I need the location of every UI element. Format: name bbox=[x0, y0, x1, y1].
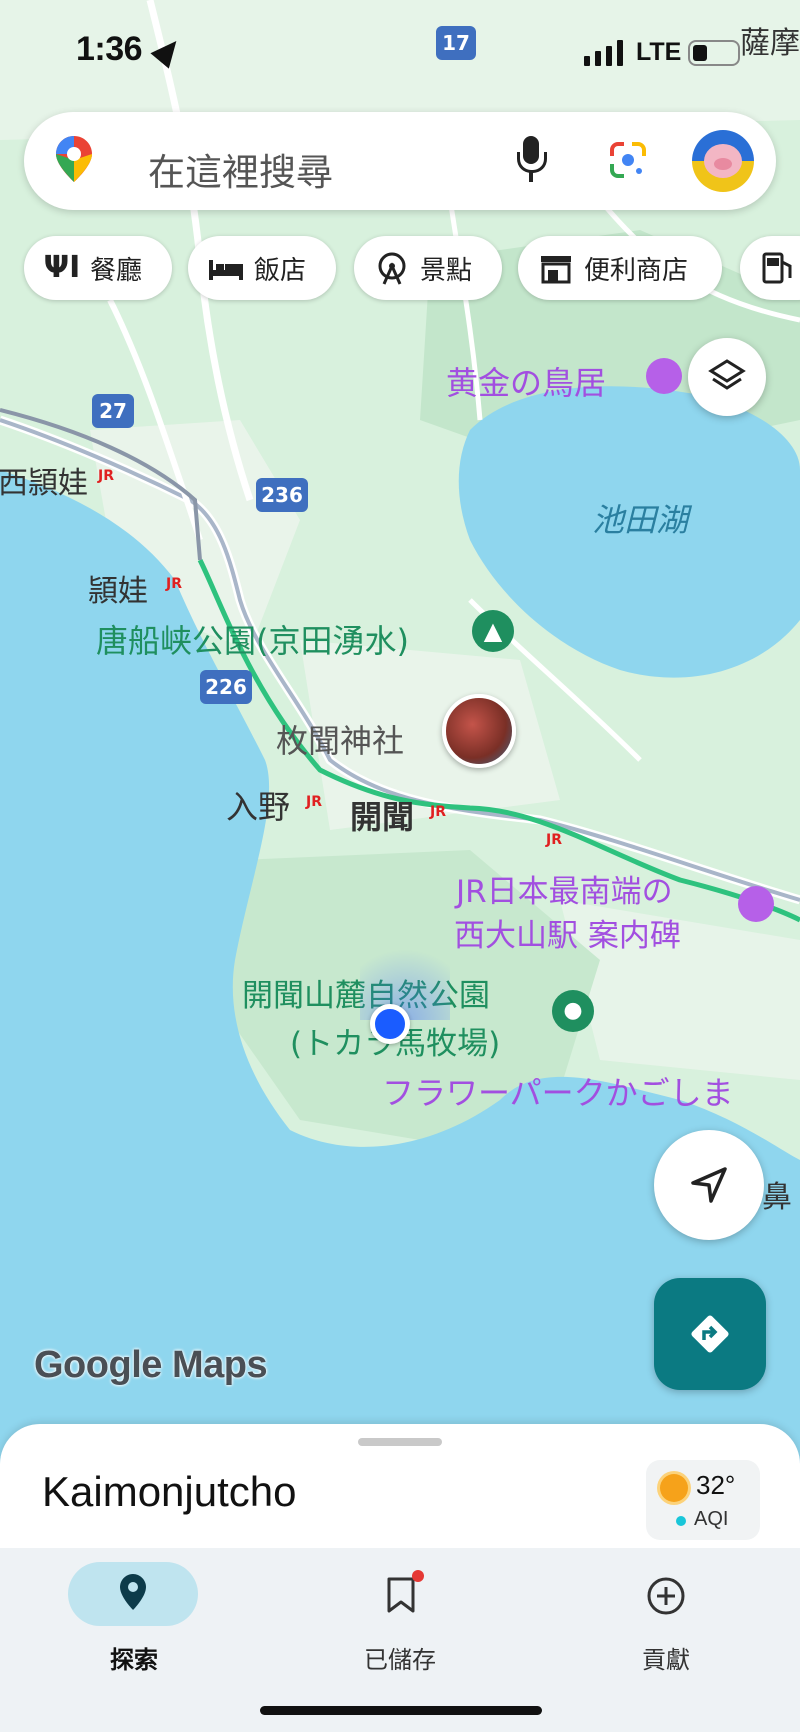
paw-icon[interactable]: ● bbox=[552, 990, 594, 1032]
poi-marker-southernmost-station[interactable] bbox=[738, 886, 774, 922]
chip-convenience-stores[interactable]: 便利商店 bbox=[518, 236, 722, 300]
rail-badge: JR bbox=[546, 832, 562, 848]
tree-icon[interactable]: ▲ bbox=[472, 610, 514, 652]
map-label-southernmost-station-2[interactable]: 西大山駅 案内碑 bbox=[454, 910, 681, 955]
poi-marker-golden-torii[interactable] bbox=[646, 358, 682, 394]
layers-button[interactable] bbox=[688, 338, 766, 416]
battery-icon bbox=[688, 40, 740, 66]
layers-icon bbox=[708, 359, 746, 390]
bottom-sheet[interactable]: Kaimonjutcho 32° AQI bbox=[0, 1424, 800, 1564]
temperature: 32° bbox=[696, 1470, 736, 1500]
sheet-drag-handle[interactable] bbox=[358, 1438, 442, 1446]
search-input[interactable]: 在這裡搜尋 bbox=[148, 142, 333, 196]
map-label-lake-ikeda: 池田湖 bbox=[592, 501, 689, 539]
status-time: 1:36 bbox=[76, 30, 143, 68]
route-shield: 236 bbox=[256, 478, 308, 512]
google-lens-icon[interactable] bbox=[608, 140, 648, 180]
location-title: Kaimonjutcho bbox=[42, 1468, 297, 1515]
chip-label: 餐廳 bbox=[90, 255, 143, 286]
google-maps-watermark: Google Maps bbox=[34, 1344, 268, 1386]
aqi-label: AQI bbox=[694, 1508, 729, 1530]
chip-label: 景點 bbox=[420, 255, 473, 286]
nav-label: 貢獻 bbox=[642, 1646, 690, 1674]
avatar[interactable] bbox=[692, 130, 754, 192]
map-label-kaimon[interactable]: 開聞 bbox=[350, 792, 414, 838]
chip-hotels[interactable]: 飯店 bbox=[188, 236, 336, 300]
sun-icon bbox=[660, 1474, 688, 1502]
route-shield: 17 bbox=[436, 26, 476, 60]
map-label-cape: 鼻 bbox=[762, 1180, 792, 1215]
chip-gas-stations[interactable] bbox=[740, 236, 800, 300]
nav-explore[interactable]: 探索 bbox=[64, 1556, 204, 1696]
bookmark-icon bbox=[386, 1576, 416, 1614]
directions-button[interactable] bbox=[654, 1278, 766, 1390]
map-label-ei[interactable]: 頴娃 bbox=[88, 566, 148, 610]
route-shield: 27 bbox=[92, 394, 134, 428]
nav-label: 已儲存 bbox=[364, 1646, 436, 1674]
rail-badge: JR bbox=[98, 468, 114, 484]
nav-contribute[interactable]: 貢獻 bbox=[596, 1556, 736, 1696]
map-label-irino[interactable]: 入野 bbox=[226, 782, 290, 828]
map-label-satsuma: 薩摩 bbox=[740, 26, 800, 61]
signal-icon bbox=[584, 40, 626, 66]
directions-icon bbox=[691, 1315, 729, 1353]
chip-label: 飯店 bbox=[254, 255, 307, 286]
bed-icon bbox=[206, 248, 246, 288]
map-label-golden-torii[interactable]: 黄金の鳥居 bbox=[446, 358, 606, 404]
network-label: LTE bbox=[636, 38, 682, 66]
gas-station-icon bbox=[758, 248, 798, 288]
current-location-dot[interactable] bbox=[370, 1004, 410, 1044]
plus-circle-icon bbox=[646, 1576, 686, 1616]
home-indicator bbox=[260, 1706, 542, 1715]
navigation-arrow-icon bbox=[691, 1167, 727, 1203]
microphone-icon[interactable] bbox=[514, 136, 548, 186]
location-pin-icon bbox=[120, 1574, 146, 1610]
my-location-button[interactable] bbox=[654, 1130, 764, 1240]
fork-knife-icon: ΨI bbox=[43, 250, 81, 285]
chip-label: 便利商店 bbox=[584, 255, 689, 286]
location-accuracy-beam bbox=[360, 930, 450, 1020]
weather-widget[interactable]: 32° AQI bbox=[646, 1460, 760, 1540]
map-label-southernmost-station-1[interactable]: JR日本最南端の bbox=[456, 866, 673, 911]
search-bar[interactable]: 在這裡搜尋 bbox=[24, 112, 776, 210]
rail-badge: JR bbox=[430, 804, 446, 820]
shrine-photo-marker[interactable] bbox=[442, 694, 516, 768]
google-maps-pin-icon bbox=[56, 136, 92, 182]
map-label-flower-park[interactable]: フラワーパークかごしま bbox=[382, 1068, 734, 1114]
map-label-nishi-ei[interactable]: 西頴娃 bbox=[0, 458, 88, 502]
chip-restaurants[interactable]: ΨI 餐廳 bbox=[24, 236, 172, 300]
store-icon bbox=[536, 248, 576, 288]
rail-badge: JR bbox=[166, 576, 182, 592]
aqi-dot bbox=[676, 1516, 686, 1526]
nav-label: 探索 bbox=[110, 1646, 158, 1674]
map-label-hirakiki-shrine[interactable]: 枚聞神社 bbox=[276, 716, 404, 762]
notification-dot bbox=[412, 1570, 424, 1582]
nav-saved[interactable]: 已儲存 bbox=[330, 1556, 470, 1696]
bottom-navigation: 探索 已儲存 貢獻 bbox=[0, 1548, 800, 1732]
chip-attractions[interactable]: 景點 bbox=[354, 236, 502, 300]
rail-badge: JR bbox=[306, 794, 322, 810]
route-shield: 226 bbox=[200, 670, 252, 704]
map-label-tosenkyo-park[interactable]: 唐船峡公園(京田湧水) bbox=[96, 616, 409, 662]
ferris-wheel-icon bbox=[372, 248, 412, 288]
